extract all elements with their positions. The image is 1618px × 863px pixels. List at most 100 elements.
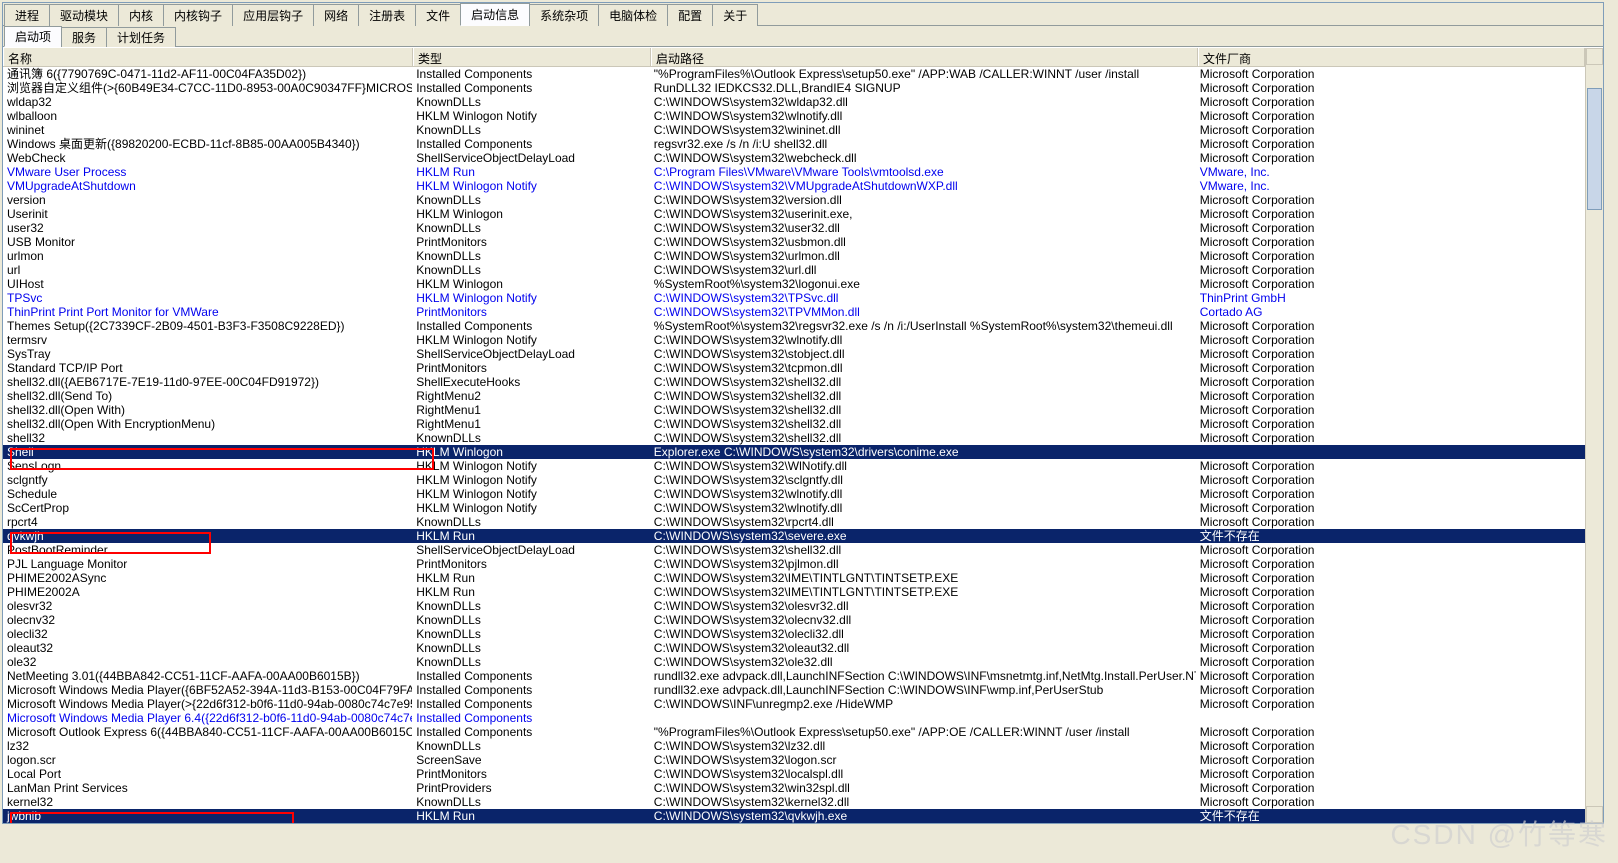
table-row[interactable]: rpcrt4KnownDLLsC:\WINDOWS\system32\rpcrt… <box>3 515 1585 529</box>
table-row[interactable]: Microsoft Windows Media Player({6BF52A52… <box>3 683 1585 697</box>
main-tab-6[interactable]: 注册表 <box>358 4 416 26</box>
table-row[interactable]: Microsoft Outlook Express 6({44BBA840-CC… <box>3 725 1585 739</box>
table-row[interactable]: wlballoonHKLM Winlogon NotifyC:\WINDOWS\… <box>3 109 1585 123</box>
cell-path: C:\WINDOWS\system32\user32.dll <box>650 221 1196 235</box>
cell-type: RightMenu2 <box>412 389 650 403</box>
table-row[interactable]: Themes Setup({2C7339CF-2B09-4501-B3F3-F3… <box>3 319 1585 333</box>
main-tab-12[interactable]: 关于 <box>712 4 758 26</box>
table-row[interactable]: jwbnlbHKLM RunC:\WINDOWS\system32\qvkwjh… <box>3 809 1585 823</box>
cell-vendor: Microsoft Corporation <box>1196 431 1585 445</box>
table-row[interactable]: shell32.dll(Open With)RightMenu1C:\WINDO… <box>3 403 1585 417</box>
table-row[interactable]: PJL Language MonitorPrintMonitorsC:\WIND… <box>3 557 1585 571</box>
col-path[interactable]: 启动路径 <box>651 48 1198 66</box>
table-row[interactable]: Windows 桌面更新({89820200-ECBD-11cf-8B85-00… <box>3 137 1585 151</box>
sub-tab-1[interactable]: 服务 <box>61 27 107 47</box>
col-type[interactable]: 类型 <box>413 48 651 66</box>
cell-type: Installed Components <box>412 711 650 725</box>
main-tab-7[interactable]: 文件 <box>415 4 461 26</box>
table-row[interactable]: SensLognHKLM Winlogon NotifyC:\WINDOWS\s… <box>3 459 1585 473</box>
cell-vendor <box>1196 711 1585 725</box>
table-row[interactable]: logon.scrScreenSaveC:\WINDOWS\system32\l… <box>3 753 1585 767</box>
main-tab-2[interactable]: 内核 <box>118 4 164 26</box>
table-row[interactable]: user32KnownDLLsC:\WINDOWS\system32\user3… <box>3 221 1585 235</box>
cell-vendor: Microsoft Corporation <box>1196 669 1585 683</box>
main-tab-5[interactable]: 网络 <box>313 4 359 26</box>
main-tab-0[interactable]: 进程 <box>4 4 50 26</box>
main-tab-10[interactable]: 电脑体检 <box>598 4 668 26</box>
table-row[interactable]: olecnv32KnownDLLsC:\WINDOWS\system32\ole… <box>3 613 1585 627</box>
table-row[interactable]: lz32KnownDLLsC:\WINDOWS\system32\lz32.dl… <box>3 739 1585 753</box>
table-row[interactable]: shell32.dll(Send To)RightMenu2C:\WINDOWS… <box>3 389 1585 403</box>
table-row[interactable]: Standard TCP/IP PortPrintMonitorsC:\WIND… <box>3 361 1585 375</box>
table-row[interactable]: wininetKnownDLLsC:\WINDOWS\system32\wini… <box>3 123 1585 137</box>
sub-tab-0[interactable]: 启动项 <box>4 26 62 47</box>
col-name[interactable]: 名称 <box>3 48 413 66</box>
table-row[interactable]: NetMeeting 3.01({44BBA842-CC51-11CF-AAFA… <box>3 669 1585 683</box>
table-row[interactable]: shell32KnownDLLsC:\WINDOWS\system32\shel… <box>3 431 1585 445</box>
main-tab-1[interactable]: 驱动模块 <box>49 4 119 26</box>
cell-path: %SystemRoot%\system32\logonui.exe <box>650 277 1196 291</box>
cell-type: PrintMonitors <box>412 767 650 781</box>
cell-vendor: Microsoft Corporation <box>1196 319 1585 333</box>
table-row[interactable]: ScCertPropHKLM Winlogon NotifyC:\WINDOWS… <box>3 501 1585 515</box>
table-row[interactable]: oleaut32KnownDLLsC:\WINDOWS\system32\ole… <box>3 641 1585 655</box>
table-row[interactable]: 通讯簿 6({7790769C-0471-11d2-AF11-00C04FA35… <box>3 67 1585 81</box>
cell-type: ShellExecuteHooks <box>412 375 650 389</box>
table-row[interactable]: sclgntfyHKLM Winlogon NotifyC:\WINDOWS\s… <box>3 473 1585 487</box>
cell-type: KnownDLLs <box>412 641 650 655</box>
table-row[interactable]: qvkwjhHKLM RunC:\WINDOWS\system32\severe… <box>3 529 1585 543</box>
table-row[interactable]: ScheduleHKLM Winlogon NotifyC:\WINDOWS\s… <box>3 487 1585 501</box>
cell-vendor: Cortado AG <box>1196 305 1585 319</box>
cell-vendor: Microsoft Corporation <box>1196 571 1585 585</box>
table-row[interactable]: shell32.dll(Open With EncryptionMenu)Rig… <box>3 417 1585 431</box>
table-row[interactable]: urlmonKnownDLLsC:\WINDOWS\system32\urlmo… <box>3 249 1585 263</box>
table-row[interactable]: USB MonitorPrintMonitorsC:\WINDOWS\syste… <box>3 235 1585 249</box>
vertical-scrollbar[interactable] <box>1585 48 1603 823</box>
cell-name: Microsoft Windows Media Player 6.4({22d6… <box>3 711 412 725</box>
table-row[interactable]: shell32.dll({AEB6717E-7E19-11d0-97EE-00C… <box>3 375 1585 389</box>
table-row[interactable]: 浏览器自定义组件(>{60B49E34-C7CC-11D0-8953-00A0C… <box>3 81 1585 95</box>
table-row[interactable]: ole32KnownDLLsC:\WINDOWS\system32\ole32.… <box>3 655 1585 669</box>
cell-path: C:\WINDOWS\system32\IME\TINTLGNT\TINTSET… <box>650 571 1196 585</box>
cell-name: oleaut32 <box>3 641 412 655</box>
table-row[interactable]: termsrvHKLM Winlogon NotifyC:\WINDOWS\sy… <box>3 333 1585 347</box>
main-tab-3[interactable]: 内核钩子 <box>163 4 233 26</box>
cell-name: url <box>3 263 412 277</box>
table-row[interactable]: VMUpgradeAtShutdownHKLM Winlogon NotifyC… <box>3 179 1585 193</box>
table-row[interactable]: UIHostHKLM Winlogon%SystemRoot%\system32… <box>3 277 1585 291</box>
table-row[interactable]: TPSvcHKLM Winlogon NotifyC:\WINDOWS\syst… <box>3 291 1585 305</box>
table-row[interactable]: VMware User ProcessHKLM RunC:\Program Fi… <box>3 165 1585 179</box>
cell-name: shell32.dll(Open With EncryptionMenu) <box>3 417 412 431</box>
main-tab-4[interactable]: 应用层钩子 <box>232 4 314 26</box>
table-row[interactable]: ThinPrint Print Port Monitor for VMWareP… <box>3 305 1585 319</box>
table-row[interactable]: Microsoft Windows Media Player 6.4({22d6… <box>3 711 1585 725</box>
table-row[interactable]: WebCheckShellServiceObjectDelayLoadC:\WI… <box>3 151 1585 165</box>
table-row[interactable]: kernel32KnownDLLsC:\WINDOWS\system32\ker… <box>3 795 1585 809</box>
table-row[interactable]: LanMan Print ServicesPrintProvidersC:\WI… <box>3 781 1585 795</box>
cell-name: NetMeeting 3.01({44BBA842-CC51-11CF-AAFA… <box>3 669 412 683</box>
table-row[interactable]: urlKnownDLLsC:\WINDOWS\system32\url.dllM… <box>3 263 1585 277</box>
table-row[interactable]: Microsoft Windows Media Player(>{22d6f31… <box>3 697 1585 711</box>
table-row[interactable]: UserinitHKLM WinlogonC:\WINDOWS\system32… <box>3 207 1585 221</box>
cell-path: C:\WINDOWS\system32\olecli32.dll <box>650 627 1196 641</box>
table-row[interactable]: PostBootReminderShellServiceObjectDelayL… <box>3 543 1585 557</box>
table-row[interactable]: PHIME2002ASyncHKLM RunC:\WINDOWS\system3… <box>3 571 1585 585</box>
table-row[interactable]: ShellHKLM WinlogonExplorer.exe C:\WINDOW… <box>3 445 1585 459</box>
main-tab-8[interactable]: 启动信息 <box>460 3 530 26</box>
table-row[interactable]: olecli32KnownDLLsC:\WINDOWS\system32\ole… <box>3 627 1585 641</box>
table-row[interactable]: PHIME2002AHKLM RunC:\WINDOWS\system32\IM… <box>3 585 1585 599</box>
cell-path: C:\WINDOWS\system32\tcpmon.dll <box>650 361 1196 375</box>
main-tab-9[interactable]: 系统杂项 <box>529 4 599 26</box>
table-row[interactable]: Local PortPrintMonitorsC:\WINDOWS\system… <box>3 767 1585 781</box>
table-row[interactable]: versionKnownDLLsC:\WINDOWS\system32\vers… <box>3 193 1585 207</box>
vscroll-thumb[interactable] <box>1587 88 1602 210</box>
cell-vendor: Microsoft Corporation <box>1196 333 1585 347</box>
column-headers[interactable]: 名称 类型 启动路径 文件厂商 <box>3 48 1585 67</box>
table-row[interactable]: wldap32KnownDLLsC:\WINDOWS\system32\wlda… <box>3 95 1585 109</box>
cell-path: C:\WINDOWS\system32\usbmon.dll <box>650 235 1196 249</box>
table-row[interactable]: SysTrayShellServiceObjectDelayLoadC:\WIN… <box>3 347 1585 361</box>
sub-tab-2[interactable]: 计划任务 <box>106 27 176 47</box>
col-vendor[interactable]: 文件厂商 <box>1198 48 1585 66</box>
main-tab-11[interactable]: 配置 <box>667 4 713 26</box>
table-row[interactable]: olesvr32KnownDLLsC:\WINDOWS\system32\ole… <box>3 599 1585 613</box>
